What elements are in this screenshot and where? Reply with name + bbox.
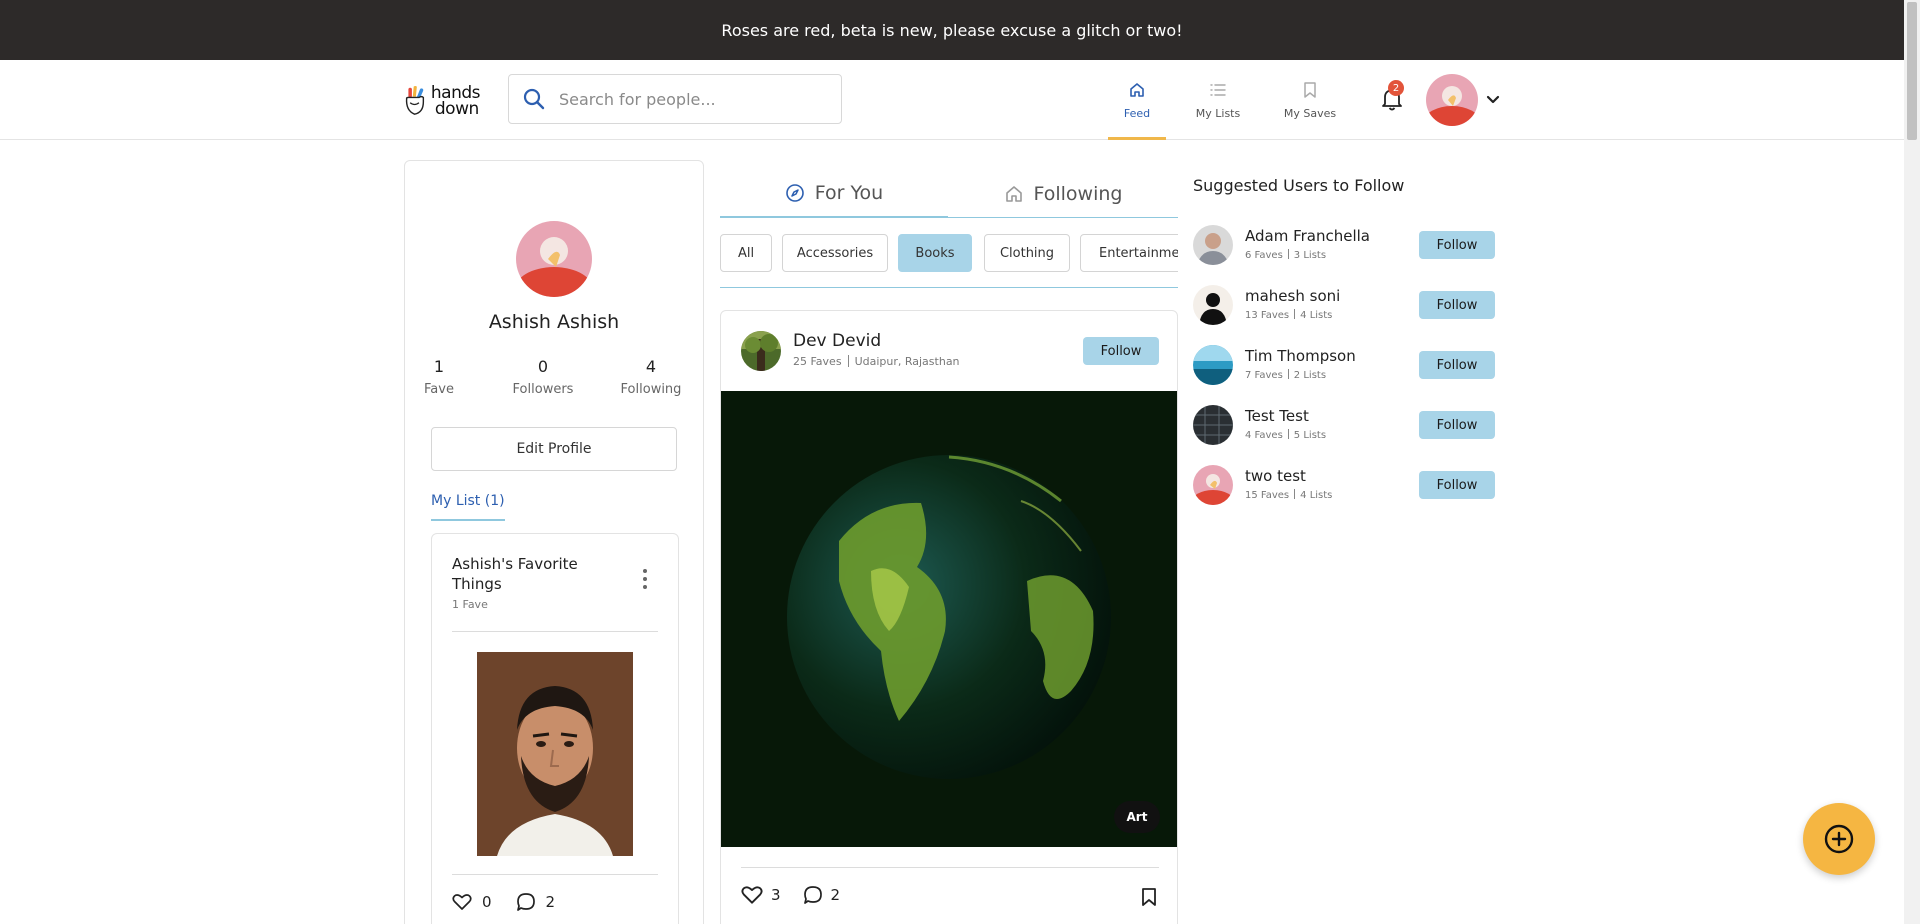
- comment-icon[interactable]: [516, 892, 536, 912]
- suggested-user-name[interactable]: mahesh soni: [1245, 287, 1340, 305]
- chip-clothing[interactable]: Clothing: [984, 234, 1070, 272]
- banner-text: Roses are red, beta is new, please excus…: [721, 20, 1183, 40]
- bookmark-icon: [1304, 81, 1316, 98]
- tab-following[interactable]: Following: [948, 170, 1178, 218]
- category-chips: All Accessories Books Clothing Entertain…: [720, 234, 1178, 288]
- list-title: Ashish's Favorite Things: [452, 555, 578, 593]
- suggested-user-meta: 6 Faves 3 Lists: [1245, 249, 1327, 261]
- profile-name: Ashish Ashish: [488, 311, 620, 333]
- suggested-user-avatar[interactable]: [1193, 405, 1233, 445]
- suggested-user-name[interactable]: Test Test: [1245, 407, 1309, 425]
- post-image[interactable]: [721, 391, 1177, 847]
- nav-my-saves[interactable]: My Saves: [1280, 60, 1340, 140]
- top-header: hands down Feed My Lists My Saves: [0, 60, 1904, 140]
- user-avatar[interactable]: [1426, 74, 1478, 126]
- suggested-user: two test 15 Faves 4 Lists Follow: [1193, 465, 1495, 507]
- post-author-meta: 25 Faves Udaipur, Rajasthan: [793, 355, 960, 368]
- post-like-count: 3: [771, 886, 781, 904]
- suggested-users-title: Suggested Users to Follow: [1193, 176, 1405, 195]
- chip-entertainment[interactable]: Entertainment: [1080, 234, 1178, 272]
- post-actions: 3 2: [741, 885, 840, 905]
- more-options-icon[interactable]: [642, 568, 648, 590]
- tab-my-list[interactable]: My List (1): [431, 493, 505, 521]
- chevron-down-icon[interactable]: [1486, 94, 1500, 106]
- list-item-image[interactable]: [477, 652, 633, 856]
- page-scrollbar[interactable]: [1904, 0, 1920, 924]
- list-comment-count: 2: [545, 893, 556, 911]
- list-fave-count: 1 Fave: [452, 598, 488, 611]
- create-button[interactable]: [1803, 803, 1875, 875]
- nav-my-lists[interactable]: My Lists: [1192, 60, 1244, 140]
- suggested-user-avatar[interactable]: [1193, 345, 1233, 385]
- suggested-user-avatar[interactable]: [1193, 465, 1233, 505]
- tab-for-you[interactable]: For You: [720, 170, 948, 218]
- post-follow-button[interactable]: Follow: [1083, 337, 1159, 365]
- compass-icon: [785, 184, 804, 202]
- nav-feed[interactable]: Feed: [1108, 60, 1166, 140]
- feed-post: Dev Devid 25 Faves Udaipur, Rajasthan Fol…: [720, 310, 1178, 924]
- divider: [452, 874, 658, 875]
- suggested-user: Tim Thompson 7 Faves 2 Lists Follow: [1193, 345, 1495, 387]
- art-tag-label: Art: [1126, 810, 1148, 824]
- tab-for-you-label: For You: [814, 182, 884, 204]
- suggested-user-meta: 4 Faves 5 Lists: [1245, 429, 1327, 441]
- follow-button[interactable]: Follow: [1419, 291, 1495, 319]
- search-box[interactable]: [508, 74, 842, 124]
- suggested-user-meta: 15 Faves 4 Lists: [1245, 489, 1333, 501]
- post-author-avatar[interactable]: [741, 331, 781, 371]
- list-icon: [1210, 83, 1226, 96]
- suggested-user-name[interactable]: two test: [1245, 467, 1306, 485]
- post-author-name[interactable]: Dev Devid: [793, 331, 881, 351]
- divider: [452, 631, 658, 632]
- suggested-user-avatar[interactable]: [1193, 225, 1233, 265]
- beta-banner: Roses are red, beta is new, please excus…: [0, 0, 1904, 60]
- bookmark-icon[interactable]: [1141, 887, 1157, 907]
- edit-profile-button[interactable]: Edit Profile: [431, 427, 677, 471]
- nav-feed-label: Feed: [1123, 106, 1151, 120]
- suggested-user: Adam Franchella 6 Faves 3 Lists Follow: [1193, 225, 1495, 267]
- feed-tabs: For You Following: [720, 160, 1178, 218]
- list-like-count: 0: [482, 893, 492, 911]
- stat-followers[interactable]: 0 Followers: [505, 357, 581, 397]
- search-input[interactable]: [559, 89, 819, 109]
- follow-button[interactable]: Follow: [1419, 351, 1495, 379]
- divider: [741, 867, 1159, 868]
- list-card[interactable]: Ashish's Favorite Things 1 Fave 0 2: [431, 533, 679, 924]
- home-outline-icon: [1005, 186, 1022, 202]
- suggested-user-avatar[interactable]: [1193, 285, 1233, 325]
- nav-my-lists-label: My Lists: [1195, 106, 1241, 120]
- suggested-user: mahesh soni 13 Faves 4 Lists Follow: [1193, 285, 1495, 327]
- notification-badge: 2: [1388, 80, 1404, 96]
- suggested-user-meta: 7 Faves 2 Lists: [1245, 369, 1327, 381]
- scrollbar-thumb[interactable]: [1907, 2, 1917, 140]
- tab-following-label: Following: [1033, 183, 1123, 205]
- profile-card: Ashish Ashish 1 Fave 0 Followers 4 Follo…: [404, 160, 704, 924]
- heart-icon[interactable]: [741, 885, 763, 905]
- suggested-user-meta: 13 Faves 4 Lists: [1245, 309, 1333, 321]
- follow-button[interactable]: Follow: [1419, 411, 1495, 439]
- home-icon: [1130, 82, 1144, 97]
- search-icon: [523, 88, 545, 110]
- heart-icon[interactable]: [452, 893, 472, 911]
- suggested-user: Test Test 4 Faves 5 Lists Follow: [1193, 405, 1495, 447]
- stat-following[interactable]: 4 Following: [613, 357, 689, 397]
- hand-logo-icon: [405, 86, 425, 115]
- suggested-user-name[interactable]: Tim Thompson: [1245, 347, 1356, 365]
- follow-button[interactable]: Follow: [1419, 471, 1495, 499]
- chip-books[interactable]: Books: [898, 234, 972, 272]
- plus-circle-icon: [1824, 824, 1854, 854]
- logo[interactable]: hands down: [404, 82, 481, 120]
- suggested-user-name[interactable]: Adam Franchella: [1245, 227, 1370, 245]
- chip-all[interactable]: All: [720, 234, 772, 272]
- logo-wordmark: hands down: [430, 83, 481, 119]
- follow-button[interactable]: Follow: [1419, 231, 1495, 259]
- stat-faves[interactable]: 1 Fave: [419, 357, 459, 397]
- post-comment-count: 2: [830, 886, 841, 904]
- list-actions: 0 2: [452, 892, 555, 912]
- comment-icon[interactable]: [803, 885, 823, 905]
- profile-avatar: [516, 221, 592, 297]
- nav-my-saves-label: My Saves: [1283, 106, 1337, 120]
- chip-accessories[interactable]: Accessories: [782, 234, 888, 272]
